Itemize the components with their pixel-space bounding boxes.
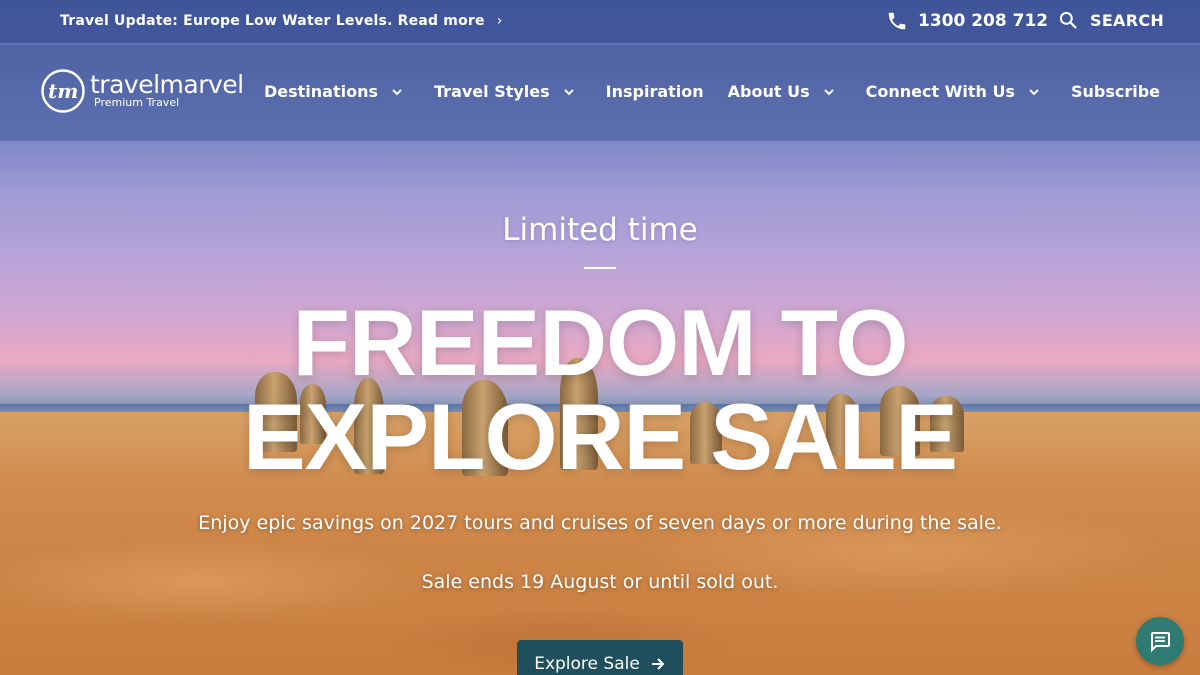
chevron-down-icon <box>1029 88 1039 95</box>
nav-item-travel-styles[interactable]: Travel Styles <box>434 82 582 101</box>
arrow-right-icon <box>651 658 665 670</box>
nav-item-label[interactable]: Travel Styles <box>434 82 550 101</box>
nav-item-label[interactable]: Inspiration <box>606 82 704 101</box>
primary-nav: Destinations Travel Styles Inspiration A… <box>264 82 1184 101</box>
phone-link[interactable]: 1300 208 712 <box>886 10 1048 32</box>
phone-icon <box>888 12 906 30</box>
nav-item-about-us[interactable]: About Us <box>728 82 842 101</box>
hero-sale-ends: Sale ends 19 August or until sold out. <box>421 571 779 593</box>
explore-sale-button[interactable]: Explore Sale <box>517 640 683 675</box>
hero-headline: FREEDOM TO EXPLORE SALE <box>0 296 1200 484</box>
nav-item-inspiration[interactable]: Inspiration <box>606 82 704 101</box>
chevron-down-icon <box>823 88 834 95</box>
explore-sale-label[interactable]: Explore Sale <box>534 654 640 674</box>
headline-line-2: EXPLORE SALE <box>242 384 958 489</box>
svg-text:tm: tm <box>48 79 78 103</box>
search-label[interactable]: SEARCH <box>1090 11 1164 30</box>
phone-number[interactable]: 1300 208 712 <box>918 11 1048 31</box>
nav-item-label[interactable]: About Us <box>728 82 810 101</box>
chat-icon <box>1151 632 1170 653</box>
hero-divider <box>584 267 616 269</box>
nav-item-label[interactable]: Connect With Us <box>866 82 1015 101</box>
search-button[interactable]: SEARCH <box>1058 10 1164 30</box>
search-icon <box>1059 11 1077 29</box>
top-utility-bar: Travel Update: Europe Low Water Levels. … <box>0 0 1200 44</box>
hero-kicker: Limited time <box>502 212 698 248</box>
logo-wordmark: travelmarvel <box>90 70 244 99</box>
chevron-down-icon <box>392 88 402 95</box>
chevron-down-icon <box>563 88 574 95</box>
nav-item-connect-with-us[interactable]: Connect With Us <box>866 82 1047 101</box>
logo-mark-icon: tm <box>41 69 85 113</box>
chevron-right-icon: › <box>496 13 503 29</box>
headline-line-1: FREEDOM TO <box>292 290 909 395</box>
main-navigation-bar: tm travelmarvel Premium Travel Destinati… <box>0 45 1200 141</box>
nav-item-destinations[interactable]: Destinations <box>264 82 410 101</box>
travel-update-link[interactable]: Travel Update: Europe Low Water Levels. … <box>60 13 503 29</box>
hero-description: Enjoy epic savings on 2027 tours and cru… <box>198 512 1002 534</box>
travelmarvel-logo[interactable]: tm travelmarvel Premium Travel <box>40 68 244 114</box>
travel-update-text[interactable]: Travel Update: Europe Low Water Levels. … <box>60 13 485 29</box>
nav-item-label[interactable]: Subscribe <box>1071 82 1160 101</box>
nav-item-label[interactable]: Destinations <box>264 82 378 101</box>
nav-item-subscribe[interactable]: Subscribe <box>1071 82 1160 101</box>
chat-button[interactable] <box>1136 617 1184 665</box>
